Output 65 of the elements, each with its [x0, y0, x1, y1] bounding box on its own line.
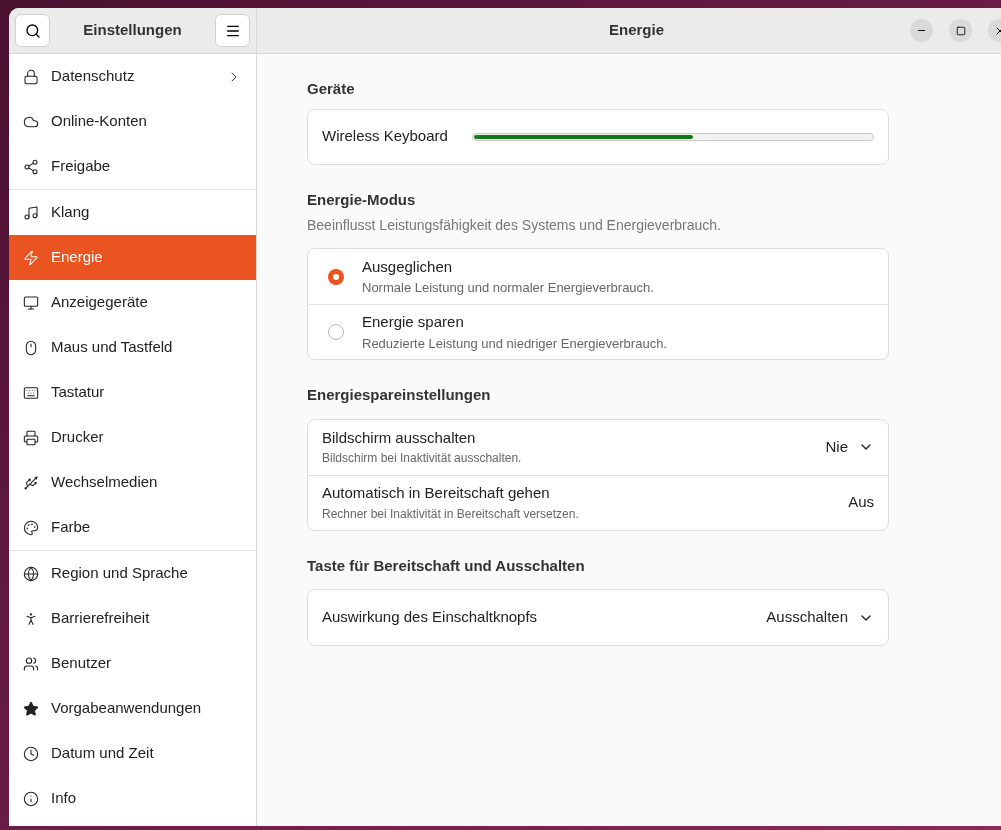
- music-note-icon: [23, 204, 39, 221]
- radio-button[interactable]: [328, 324, 344, 340]
- monitor-icon: [23, 294, 39, 311]
- setting-row[interactable]: Auswirkung des Einschaltknopfs Ausschalten: [308, 590, 888, 645]
- usb-drive-icon: [23, 474, 39, 491]
- search-icon: [24, 22, 41, 39]
- setting-subtitle: Bildschirm bei Inaktivität ausschalten.: [322, 450, 523, 468]
- option-title: Energie sparen: [362, 312, 465, 332]
- palette-icon: [23, 519, 39, 536]
- section-heading: Taste für Bereitschaft und Ausschalten: [307, 555, 585, 576]
- search-button[interactable]: [15, 14, 50, 47]
- sidebar-item[interactable]: Info: [9, 776, 256, 821]
- power-mode-option[interactable]: Energie sparen Reduzierte Leistung und niedriger Energieverbrauch.: [308, 304, 888, 359]
- sidebar-item[interactable]: Anzeigegeräte: [9, 280, 256, 325]
- sidebar-item[interactable]: Benutzer: [9, 641, 256, 686]
- globe-icon: [23, 565, 39, 582]
- star-icon: [23, 700, 39, 717]
- section-description: Beeinflusst Leistungsfähigkeit des Systems und Energieverbrauch.: [307, 216, 722, 235]
- lock-icon: [23, 68, 39, 85]
- menu-button[interactable]: [215, 14, 250, 47]
- radio-button[interactable]: [328, 268, 344, 285]
- sidebar-item[interactable]: Datum und Zeit: [9, 731, 256, 776]
- sidebar-title: Einstellungen: [83, 20, 182, 41]
- sidebar-item[interactable]: Maus und Tastfeld: [9, 325, 256, 370]
- sidebar-item[interactable]: Online-Konten: [9, 99, 256, 144]
- printer-icon: [23, 429, 39, 446]
- section-heading: Energie-Modus: [307, 189, 416, 210]
- sidebar-item[interactable]: Barrierefreiheit: [9, 596, 256, 641]
- power-mode-option[interactable]: Ausgeglichen Normale Leistung und normaler Energieverbrauch.: [308, 249, 888, 304]
- sidebar-item[interactable]: Vorgabeanwendungen: [9, 686, 256, 731]
- device-name: Wireless Keyboard: [322, 126, 448, 147]
- option-subtitle: Normale Leistung und normaler Energieverbrauch.: [362, 279, 654, 297]
- setting-value: Nie: [825, 436, 848, 457]
- setting-row[interactable]: Bildschirm ausschalten Bildschirm bei Inaktivität ausschalten. Nie: [308, 419, 888, 475]
- option-subtitle: Reduzierte Leistung und niedriger Energieverbrauch.: [362, 334, 667, 353]
- mouse-icon: [23, 339, 39, 356]
- setting-value: Ausschalten: [766, 607, 848, 628]
- section-heading: Energiespareinstellungen: [307, 385, 491, 405]
- sidebar-item[interactable]: Region und Sprache: [9, 551, 256, 596]
- info-icon: [23, 790, 39, 807]
- setting-title: Auswirkung des Einschaltknopfs: [322, 607, 539, 628]
- section-heading: Geräte: [307, 79, 355, 99]
- option-title: Ausgeglichen: [362, 256, 454, 277]
- share-icon: [23, 158, 39, 175]
- setting-subtitle: Rechner bei Inaktivität in Bereitschaft versetzen.: [322, 505, 580, 523]
- setting-row[interactable]: Automatisch in Bereitschaft gehen Rechner bei Inaktivität in Bereitschaft versetzen. Aus: [308, 474, 888, 530]
- sidebar-item[interactable]: Tastatur: [9, 370, 256, 415]
- clock-icon: [23, 745, 39, 762]
- sidebar-item[interactable]: Freigabe: [9, 144, 256, 189]
- setting-title: Automatisch in Bereitschaft gehen: [322, 483, 551, 504]
- lightning-icon: [23, 249, 39, 266]
- users-icon: [23, 655, 39, 672]
- sidebar-item[interactable]: Klang: [9, 190, 256, 235]
- keyboard-icon: [23, 384, 39, 401]
- maximize-icon: [955, 25, 966, 36]
- sidebar-item[interactable]: Drucker: [9, 415, 256, 460]
- setting-title: Bildschirm ausschalten: [322, 427, 477, 448]
- sidebar-item[interactable]: Datenschutz: [9, 54, 256, 99]
- person-icon: [23, 610, 39, 627]
- window-title: Energie: [609, 20, 665, 41]
- maximize-button[interactable]: [949, 19, 972, 42]
- sidebar-item[interactable]: Farbe: [9, 505, 256, 550]
- sidebar-item[interactable]: Energie: [9, 235, 256, 280]
- setting-value: Aus: [848, 492, 874, 513]
- sidebar-item[interactable]: Wechselmedien: [9, 460, 256, 505]
